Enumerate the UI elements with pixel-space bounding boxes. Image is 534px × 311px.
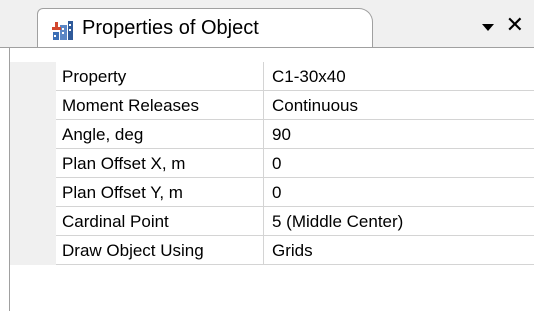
property-value[interactable]: Grids [264,236,534,265]
row-gutter [10,120,56,149]
property-value[interactable]: 5 (Middle Center) [264,207,534,236]
chevron-down-icon[interactable] [481,23,494,31]
row-gutter [10,62,56,91]
table-row[interactable]: Plan Offset Y, m 0 [10,178,534,207]
property-value[interactable]: 0 [264,149,534,178]
properties-panel: Properties of Object ✕ Property C1-30x40… [0,0,534,311]
row-gutter [10,149,56,178]
property-value[interactable]: 90 [264,120,534,149]
row-gutter [10,236,56,265]
table-row[interactable]: Angle, deg 90 [10,120,534,149]
property-name: Draw Object Using [56,236,264,265]
row-gutter [10,91,56,120]
property-name: Plan Offset X, m [56,149,264,178]
property-value[interactable]: 0 [264,178,534,207]
table-row[interactable]: Moment Releases Continuous [10,91,534,120]
property-name: Property [56,62,264,91]
tab-properties-of-object[interactable]: Properties of Object [37,8,373,48]
close-icon[interactable]: ✕ [506,15,524,37]
pane-controls: ✕ [481,14,524,38]
building-grid-icon [52,19,74,41]
table-row[interactable]: Property C1-30x40 [10,62,534,91]
property-name: Plan Offset Y, m [56,178,264,207]
property-grid: Property C1-30x40 Moment Releases Contin… [10,62,534,265]
tab-divider [0,47,534,48]
window-title: Properties of Object [82,17,259,39]
table-row[interactable]: Plan Offset X, m 0 [10,149,534,178]
property-name: Angle, deg [56,120,264,149]
row-gutter [10,207,56,236]
table-row[interactable]: Cardinal Point 5 (Middle Center) [10,207,534,236]
property-name: Cardinal Point [56,207,264,236]
table-row[interactable]: Draw Object Using Grids [10,236,534,265]
property-name: Moment Releases [56,91,264,120]
row-gutter [10,178,56,207]
property-value[interactable]: Continuous [264,91,534,120]
property-value[interactable]: C1-30x40 [264,62,534,91]
tab-strip: Properties of Object ✕ [0,0,534,48]
